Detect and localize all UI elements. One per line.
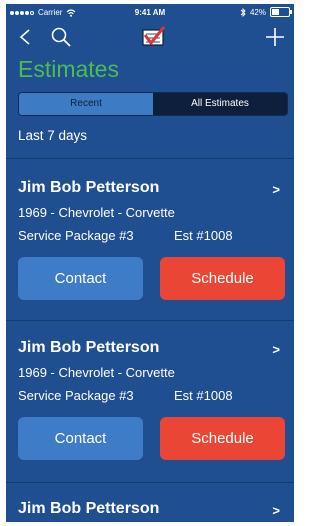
chevron-right-icon[interactable]: > [272,182,280,197]
bluetooth-icon [240,7,246,17]
status-bar: Carrier 9:41 AM 42% [6,4,294,22]
estimate-number: Est #1008 [174,388,233,403]
tab-all-estimates[interactable]: All Estimates [153,93,287,115]
contact-button[interactable]: Contact [18,417,143,460]
app-screen: Carrier 9:41 AM 42% Estimates Recent All… [6,4,294,522]
segmented-control: Recent All Estimates [18,92,288,116]
customer-name: Jim Bob Petterson [18,500,160,517]
chevron-left-icon[interactable] [14,26,36,48]
battery-percent: 42% [249,7,266,17]
estimate-card[interactable]: Jim Bob Petterson > 1969 - Chevrolet - C… [6,158,294,319]
estimate-card[interactable]: Jim Bob Petterson > [6,482,294,522]
plus-icon[interactable] [264,26,286,48]
estimate-number: Est #1008 [174,228,233,243]
page-title: Estimates [18,56,119,82]
customer-name: Jim Bob Petterson [18,339,160,356]
contact-button[interactable]: Contact [18,257,143,300]
package-label: Service Package #3 [18,388,134,403]
customer-name: Jim Bob Petterson [18,179,160,196]
tab-recent[interactable]: Recent [19,93,153,115]
vehicle-label: 1969 - Chevrolet - Corvette [18,365,175,380]
battery-icon [270,7,292,17]
checklist-logo-icon[interactable] [140,24,166,50]
schedule-button[interactable]: Schedule [160,257,285,300]
estimate-card[interactable]: Jim Bob Petterson > 1969 - Chevrolet - C… [6,320,294,481]
schedule-button[interactable]: Schedule [160,417,285,460]
nav-bar [6,24,294,54]
status-right: 42% [240,7,292,17]
chevron-right-icon[interactable]: > [272,342,280,357]
package-label: Service Package #3 [18,228,134,243]
period-label: Last 7 days [18,128,88,143]
search-icon[interactable] [50,26,72,48]
chevron-right-icon[interactable]: > [272,503,280,518]
vehicle-label: 1969 - Chevrolet - Corvette [18,205,175,220]
